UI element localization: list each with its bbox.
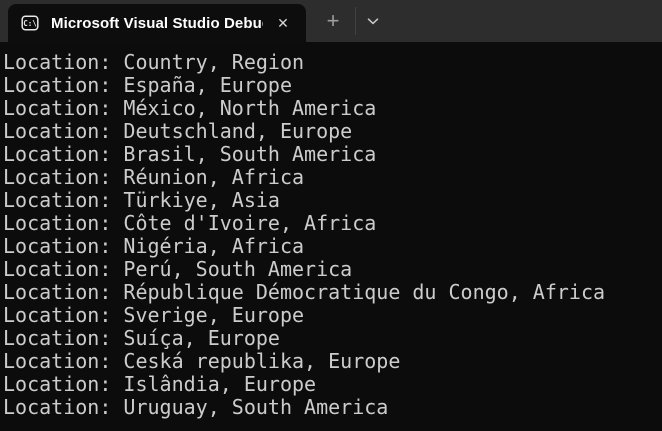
terminal-line: Location: Suíça, Europe <box>3 327 662 350</box>
terminal-line: Location: Islândia, Europe <box>3 373 662 396</box>
terminal-output[interactable]: Location: Country, RegionLocation: Españ… <box>0 42 662 431</box>
terminal-line: Location: Uruguay, South America <box>3 396 662 419</box>
terminal-line: Location: Türkiye, Asia <box>3 189 662 212</box>
close-tab-icon[interactable]: ✕ <box>270 10 296 36</box>
terminal-line: Location: Côte d'Ivoire, Africa <box>3 212 662 235</box>
tab-dropdown-button[interactable] <box>356 5 390 37</box>
terminal-line: Location: México, North America <box>3 97 662 120</box>
svg-text:C:\: C:\ <box>23 19 37 28</box>
terminal-line: Location: Country, Region <box>3 51 662 74</box>
terminal-line: Location: Ceská republika, Europe <box>3 350 662 373</box>
terminal-line: Location: España, Europe <box>3 74 662 97</box>
terminal-line: Location: République Démocratique du Con… <box>3 281 662 304</box>
tab-title: Microsoft Visual Studio Debug <box>51 15 263 32</box>
command-prompt-icon: C:\ <box>21 14 39 32</box>
terminal-line: Location: Brasil, South America <box>3 143 662 166</box>
new-tab-button[interactable]: + <box>315 5 351 37</box>
tab-debug-console[interactable]: C:\ Microsoft Visual Studio Debug ✕ <box>8 4 306 42</box>
tab-bar: C:\ Microsoft Visual Studio Debug ✕ + <box>0 0 662 42</box>
terminal-line: Location: Deutschland, Europe <box>3 120 662 143</box>
terminal-line: Location: Nigéria, Africa <box>3 235 662 258</box>
chevron-down-icon <box>367 18 379 25</box>
terminal-line: Location: Perú, South America <box>3 258 662 281</box>
terminal-line: Location: Réunion, Africa <box>3 166 662 189</box>
terminal-line: Location: Sverige, Europe <box>3 304 662 327</box>
